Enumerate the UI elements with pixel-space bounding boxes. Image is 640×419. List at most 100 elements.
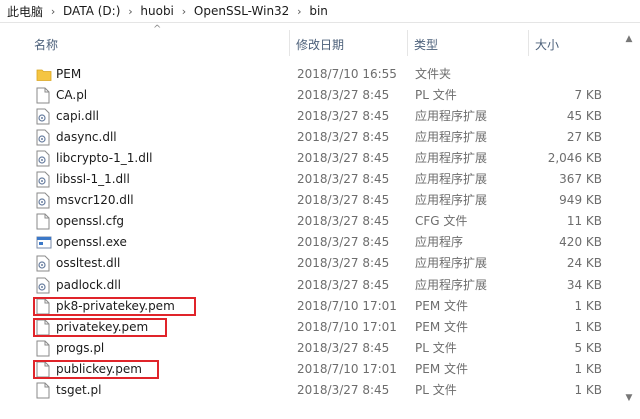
column-header-type[interactable]: 类型: [408, 30, 529, 56]
dll-icon: [36, 277, 50, 294]
file-name: openssl.cfg: [56, 214, 125, 229]
dll-icon: [36, 192, 50, 209]
file-row[interactable]: capi.dll 2018/3/27 8:45 应用程序扩展 45 KB: [0, 106, 640, 127]
file-size: 45 KB: [566, 109, 602, 124]
file-type: PL 文件: [415, 382, 457, 397]
file-type: CFG 文件: [415, 214, 468, 229]
file-size: 27 KB: [566, 130, 602, 145]
file-size: 1 KB: [574, 298, 602, 313]
file-icon: [36, 213, 50, 230]
highlight-box: [33, 359, 160, 379]
scroll-up-icon[interactable]: ▲: [623, 34, 635, 46]
file-date: 2018/7/10 16:55: [297, 67, 397, 81]
file-name: tsget.pl: [56, 382, 102, 397]
file-date: 2018/3/27 8:45: [297, 382, 390, 397]
file-size: 7 KB: [574, 88, 602, 103]
file-date: 2018/3/27 8:45: [297, 340, 390, 355]
file-name: libssl-1_1.dll: [56, 172, 130, 187]
dll-icon: [36, 108, 50, 125]
file-type: 应用程序扩展: [415, 151, 488, 166]
highlight-box: [33, 317, 167, 337]
file-type: PEM 文件: [415, 319, 468, 334]
file-date: 2018/3/27 8:45: [297, 109, 390, 124]
file-row[interactable]: ossltest.dll 2018/3/27 8:45 应用程序扩展 24 KB: [0, 253, 640, 274]
exe-icon: [36, 234, 52, 251]
file-row[interactable]: dasync.dll 2018/3/27 8:45 应用程序扩展 27 KB: [0, 127, 640, 148]
file-type: PEM 文件: [415, 298, 468, 313]
file-name: openssl.exe: [56, 235, 127, 250]
file-date: 2018/3/27 8:45: [297, 214, 390, 229]
file-name: padlock.dll: [56, 277, 121, 292]
file-row[interactable]: PEM 2018/7/10 16:55 文件夹: [0, 64, 640, 85]
file-row[interactable]: libcrypto-1_1.dll 2018/3/27 8:45 应用程序扩展 2,0…: [0, 148, 640, 169]
file-date: 2018/7/10 17:01: [297, 298, 397, 313]
file-type: 应用程序扩展: [415, 130, 488, 145]
chevron-right-icon[interactable]: ›: [123, 5, 137, 18]
file-size: [530, 64, 602, 85]
breadcrumb-huobi[interactable]: huobi: [137, 4, 177, 18]
file-row[interactable]: openssl.cfg 2018/3/27 8:45 CFG 文件 11 KB: [0, 211, 640, 232]
file-type: 应用程序扩展: [415, 193, 488, 208]
dll-icon: [36, 171, 50, 188]
breadcrumb-this-pc[interactable]: 此电脑: [0, 3, 46, 20]
file-name: capi.dll: [56, 109, 100, 124]
file-date: 2018/7/10 17:01: [297, 361, 397, 376]
file-size: 1 KB: [574, 382, 602, 397]
file-row[interactable]: libssl-1_1.dll 2018/3/27 8:45 应用程序扩展 367 KB: [0, 169, 640, 190]
file-date: 2018/7/10 17:01: [297, 319, 397, 334]
breadcrumb-openssl[interactable]: OpenSSL-Win32: [191, 4, 292, 18]
breadcrumb-data-drive[interactable]: DATA (D:): [60, 4, 123, 18]
file-name: libcrypto-1_1.dll: [56, 151, 153, 166]
file-name: ossltest.dll: [56, 256, 121, 271]
file-type: 应用程序扩展: [415, 277, 488, 292]
file-name: dasync.dll: [56, 130, 117, 145]
file-row[interactable]: progs.pl 2018/3/27 8:45 PL 文件 5 KB: [0, 338, 640, 359]
file-name: CA.pl: [56, 88, 88, 103]
file-size: 367 KB: [559, 172, 602, 187]
file-date: 2018/3/27 8:45: [297, 172, 390, 187]
dll-icon: [36, 255, 50, 272]
file-date: 2018/3/27 8:45: [297, 256, 390, 271]
highlight-box: [33, 296, 197, 316]
file-date: 2018/3/27 8:45: [297, 235, 390, 250]
file-date: 2018/3/27 8:45: [297, 193, 390, 208]
chevron-right-icon[interactable]: ›: [292, 5, 306, 18]
file-size: 2,046 KB: [547, 151, 602, 166]
file-size: 5 KB: [574, 340, 602, 355]
file-size: 949 KB: [559, 193, 602, 208]
column-header-size[interactable]: 大小: [529, 30, 609, 56]
file-icon: [36, 87, 50, 104]
file-row[interactable]: tsget.pl 2018/3/27 8:45 PL 文件 1 KB: [0, 380, 640, 401]
file-date: 2018/3/27 8:45: [297, 151, 390, 166]
file-date: 2018/3/27 8:45: [297, 277, 390, 292]
column-header-name[interactable]: 名称: [28, 30, 290, 56]
file-type: PEM 文件: [415, 361, 468, 376]
breadcrumb: 此电脑 › DATA (D:) › huobi › OpenSSL-Win32 …: [0, 0, 640, 23]
chevron-right-icon[interactable]: ›: [177, 5, 191, 18]
file-size: 1 KB: [574, 319, 602, 334]
file-size: 420 KB: [559, 235, 602, 250]
dll-icon: [36, 129, 50, 146]
file-row[interactable]: msvcr120.dll 2018/3/27 8:45 应用程序扩展 949 KB: [0, 190, 640, 211]
file-row[interactable]: padlock.dll 2018/3/27 8:45 应用程序扩展 34 KB: [0, 275, 640, 296]
file-size: 11 KB: [566, 214, 602, 229]
file-type: PL 文件: [415, 340, 457, 355]
breadcrumb-bin[interactable]: bin: [306, 4, 331, 18]
folder-icon: [36, 66, 52, 83]
file-date: 2018/3/27 8:45: [297, 130, 390, 145]
file-name: msvcr120.dll: [56, 193, 134, 208]
file-size: 24 KB: [566, 256, 602, 271]
file-icon: [36, 340, 50, 357]
file-row[interactable]: CA.pl 2018/3/27 8:45 PL 文件 7 KB: [0, 85, 640, 106]
file-icon: [36, 382, 50, 399]
file-row[interactable]: openssl.exe 2018/3/27 8:45 应用程序 420 KB: [0, 232, 640, 253]
file-name: progs.pl: [56, 340, 105, 355]
file-type: 文件夹: [415, 67, 452, 81]
column-header-date[interactable]: 修改日期: [290, 30, 408, 56]
file-type: 应用程序扩展: [415, 172, 488, 187]
file-type: 应用程序: [415, 235, 464, 250]
file-size: 34 KB: [566, 277, 602, 292]
file-name: PEM: [56, 67, 82, 81]
dll-icon: [36, 150, 50, 167]
chevron-right-icon[interactable]: ›: [46, 5, 60, 18]
